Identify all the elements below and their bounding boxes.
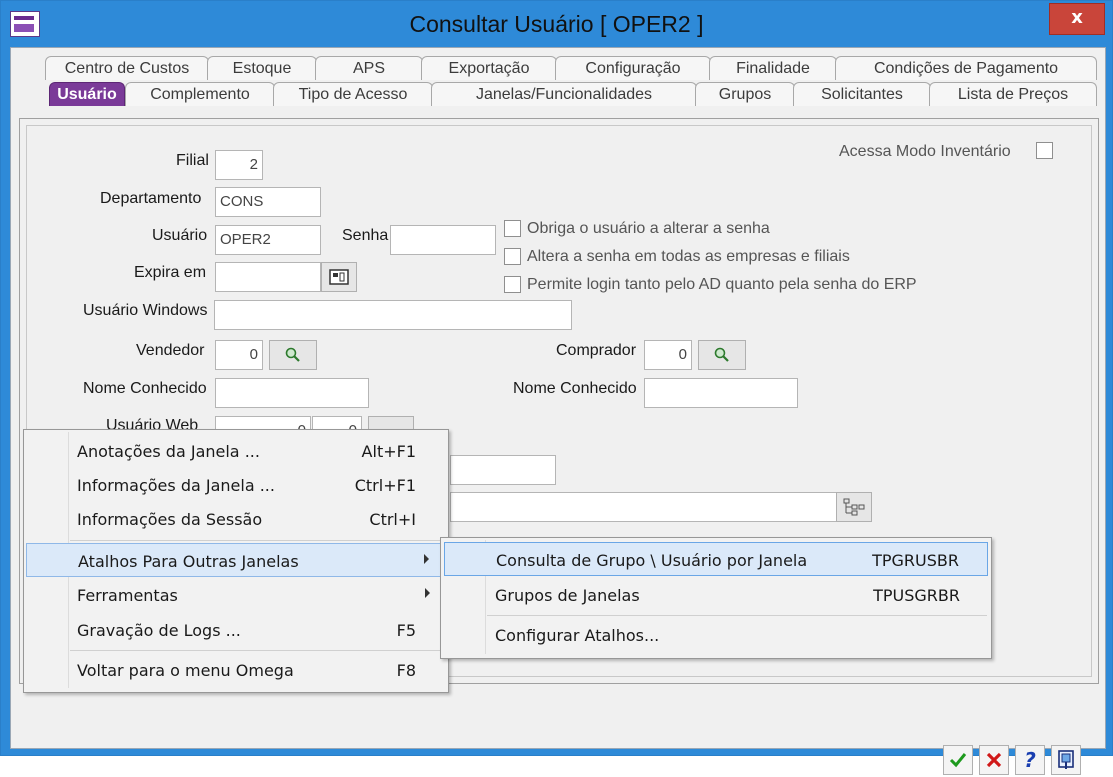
permite-login-ad-label: Permite login tanto pelo AD quanto pela … — [527, 276, 917, 293]
obriga-alterar-senha-label: Obriga o usuário a alterar a senha — [527, 220, 770, 237]
calendar-button[interactable] — [321, 262, 357, 292]
usuario-windows-input[interactable] — [214, 300, 572, 330]
tab-aps[interactable]: APS — [315, 56, 423, 80]
tab-grupos[interactable]: Grupos — [695, 82, 795, 106]
obriga-alterar-senha-checkbox[interactable] — [504, 220, 521, 237]
acessa-modo-inventario-checkbox[interactable] — [1036, 142, 1053, 159]
tab-janelas-funcionalidades[interactable]: Janelas/Funcionalidades — [431, 82, 697, 106]
tab-tipo-de-acesso[interactable]: Tipo de Acesso — [273, 82, 433, 106]
comprador-label: Comprador — [556, 342, 637, 359]
usuario-label: Usuário — [152, 227, 208, 244]
usuario-windows-label: Usuário Windows — [83, 302, 208, 319]
close-button[interactable]: x — [1049, 3, 1105, 35]
permite-login-ad-checkbox[interactable] — [504, 276, 521, 293]
nome-conhecido-vendedor-input[interactable] — [215, 378, 369, 408]
tree-lookup-button[interactable] — [836, 492, 872, 522]
ok-button[interactable] — [943, 745, 973, 775]
hidden-field-2[interactable] — [450, 492, 838, 522]
tree-icon — [843, 498, 865, 516]
vendedor-label: Vendedor — [136, 342, 205, 359]
cancel-button[interactable] — [979, 745, 1009, 775]
tab-lista-de-precos[interactable]: Lista de Preços — [929, 82, 1097, 106]
submenu-item-grupos-janelas[interactable]: Grupos de Janelas TPUSGRBR — [444, 578, 988, 612]
filial-input[interactable]: 2 — [215, 150, 263, 180]
comprador-search-button[interactable] — [698, 340, 746, 370]
altera-senha-empresas-checkbox[interactable] — [504, 248, 521, 265]
tab-exportacao[interactable]: Exportação — [421, 56, 557, 80]
senha-input[interactable] — [390, 225, 496, 255]
title-bar: Consultar Usuário [ OPER2 ] x — [1, 1, 1112, 47]
submenu-arrow-icon — [424, 554, 429, 564]
hidden-field-1[interactable] — [450, 455, 556, 485]
help-button[interactable]: ? — [1015, 745, 1045, 775]
menu-item-ferramentas[interactable]: Ferramentas — [26, 578, 446, 612]
context-menu: Anotações da Janela ... Alt+F1 Informaçõ… — [23, 429, 449, 693]
search-icon — [285, 347, 300, 362]
search-icon — [714, 347, 729, 362]
exit-button[interactable] — [1051, 745, 1081, 775]
senha-label: Senha — [342, 227, 389, 244]
usuario-input[interactable]: OPER2 — [215, 225, 321, 255]
tab-finalidade[interactable]: Finalidade — [709, 56, 837, 80]
submenu-item-configurar-atalhos[interactable]: Configurar Atalhos... — [444, 618, 988, 652]
tab-centro-de-custos[interactable]: Centro de Custos — [45, 56, 209, 80]
tab-estoque[interactable]: Estoque — [207, 56, 317, 80]
altera-senha-empresas-label: Altera a senha em todas as empresas e fi… — [527, 248, 850, 265]
expira-em-label: Expira em — [134, 264, 207, 281]
tab-configuracao[interactable]: Configuração — [555, 56, 711, 80]
menu-item-informacoes-sessao[interactable]: Informações da Sessão Ctrl+I — [26, 502, 446, 536]
tab-complemento[interactable]: Complemento — [125, 82, 275, 106]
nome-conhecido-comprador-input[interactable] — [644, 378, 798, 408]
x-icon — [986, 752, 1002, 768]
vendedor-search-button[interactable] — [269, 340, 317, 370]
submenu-arrow-icon — [425, 588, 430, 598]
check-icon — [949, 753, 967, 768]
departamento-label: Departamento — [100, 190, 202, 207]
tab-condicoes-de-pagamento[interactable]: Condições de Pagamento — [835, 56, 1097, 80]
menu-item-informacoes-janela[interactable]: Informações da Janela ... Ctrl+F1 — [26, 468, 446, 502]
submenu-atalhos: Consulta de Grupo \ Usuário por Janela T… — [440, 537, 992, 659]
nome-conhecido-comprador-label: Nome Conhecido — [513, 380, 637, 397]
nome-conhecido-vendedor-label: Nome Conhecido — [83, 380, 207, 397]
window-title: Consultar Usuário [ OPER2 ] — [409, 11, 704, 37]
exit-door-icon — [1058, 750, 1074, 769]
calendar-icon — [329, 269, 349, 285]
submenu-item-consulta-grupo-usuario[interactable]: Consulta de Grupo \ Usuário por Janela T… — [444, 542, 988, 576]
comprador-input[interactable]: 0 — [644, 340, 692, 370]
menu-item-gravacao-logs[interactable]: Gravação de Logs ... F5 — [26, 613, 446, 647]
filial-label: Filial — [176, 152, 209, 169]
expira-em-input[interactable] — [215, 262, 321, 292]
acessa-modo-inventario-label: Acessa Modo Inventário — [839, 143, 1011, 160]
menu-item-anotacoes[interactable]: Anotações da Janela ... Alt+F1 — [26, 434, 446, 468]
vendedor-input[interactable]: 0 — [215, 340, 263, 370]
tab-usuario[interactable]: Usuário — [49, 82, 125, 106]
menu-item-atalhos-outras-janelas[interactable]: Atalhos Para Outras Janelas — [26, 543, 446, 577]
tab-solicitantes[interactable]: Solicitantes — [793, 82, 931, 106]
menu-item-voltar-menu-omega[interactable]: Voltar para o menu Omega F8 — [26, 653, 446, 687]
departamento-input[interactable]: CONS — [215, 187, 321, 217]
